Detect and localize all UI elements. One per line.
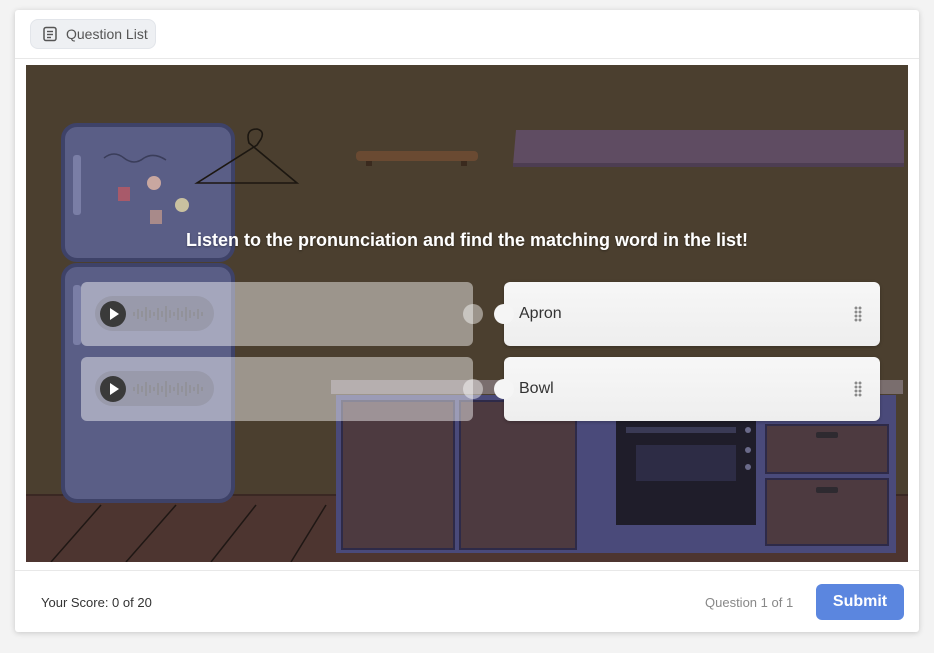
drag-handle-icon[interactable] — [854, 381, 862, 397]
quiz-card: Question List Listen to the pronunciatio… — [15, 10, 919, 632]
word-label: Apron — [519, 305, 562, 322]
puzzle-connector — [463, 304, 483, 324]
audio-player — [95, 371, 214, 406]
score-text: Your Score: 0 of 20 — [41, 595, 152, 610]
word-label: Bowl — [519, 380, 554, 397]
puzzle-connector — [463, 379, 483, 399]
puzzle-connector — [494, 379, 514, 399]
drag-handle-icon[interactable] — [854, 306, 862, 322]
puzzle-connector — [494, 304, 514, 324]
audio-match-item — [81, 282, 483, 346]
play-icon[interactable] — [100, 300, 126, 327]
question-list-button[interactable]: Question List — [30, 19, 156, 49]
waveform-icon — [133, 380, 203, 397]
word-answer-card[interactable]: Bowl — [494, 357, 880, 421]
quiz-prompt: Listen to the pronunciation and find the… — [186, 230, 748, 250]
audio-match-item — [81, 357, 483, 421]
quiz-stage: Listen to the pronunciation and find the… — [26, 65, 908, 562]
waveform-icon — [133, 305, 203, 322]
footer-bar: Your Score: 0 of 20 Question 1 of 1 Subm… — [15, 570, 919, 633]
play-icon[interactable] — [100, 375, 126, 402]
submit-button[interactable]: Submit — [816, 584, 904, 620]
audio-player — [95, 296, 214, 331]
list-icon — [43, 26, 57, 42]
word-answer-card[interactable]: Apron — [494, 282, 880, 346]
question-list-label: Question List — [66, 26, 148, 42]
question-progress: Question 1 of 1 — [705, 595, 794, 610]
top-bar: Question List — [15, 10, 919, 59]
